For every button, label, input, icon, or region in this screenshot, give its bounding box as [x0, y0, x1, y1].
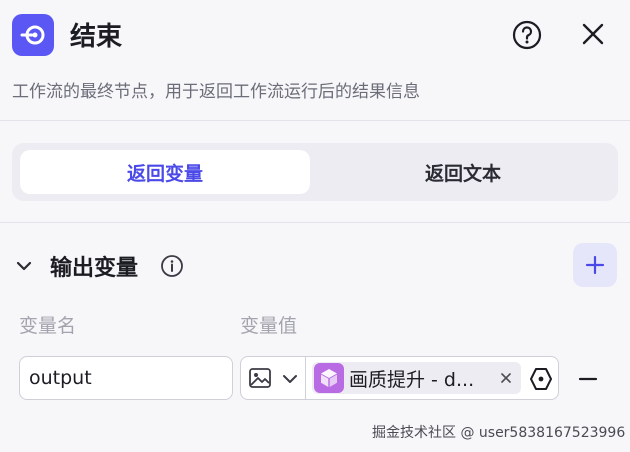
help-circle-icon[interactable] — [511, 19, 543, 51]
variable-name-input[interactable] — [19, 356, 233, 400]
image-icon — [248, 367, 272, 389]
chevron-down-icon — [281, 370, 299, 388]
info-icon[interactable] — [160, 254, 184, 278]
variable-type-select[interactable] — [241, 357, 306, 399]
remove-variable-button[interactable] — [577, 368, 599, 390]
chevron-down-icon[interactable] — [14, 256, 34, 276]
node-description[interactable]: 工作流的最终节点，用于返回工作流运行后的结果信息 — [12, 77, 420, 102]
column-header-value: 变量值 — [240, 315, 298, 337]
node-title[interactable]: 结束 — [70, 16, 122, 53]
minus-icon — [578, 377, 598, 381]
output-variables-title: 输出变量 — [50, 256, 139, 281]
divider — [0, 120, 630, 121]
tab-return-text[interactable]: 返回文本 — [318, 150, 608, 194]
close-icon[interactable] — [578, 19, 608, 49]
add-variable-button[interactable] — [573, 243, 617, 287]
panel-header: 结束 — [0, 0, 630, 72]
variable-reference-tag[interactable]: 画质提升 - d... — [312, 362, 521, 394]
column-header-name: 变量名 — [19, 315, 77, 337]
return-mode-tabs: 返回变量 返回文本 — [12, 143, 618, 201]
end-node-icon — [12, 14, 54, 56]
plugin-cube-icon — [314, 363, 344, 393]
reference-label: 画质提升 - d... — [349, 369, 475, 391]
remove-reference-icon[interactable] — [498, 370, 514, 386]
plus-icon — [585, 255, 605, 275]
variable-picker-icon[interactable] — [528, 366, 554, 392]
divider — [0, 222, 630, 223]
watermark: 掘金技术社区 @ user5838167523996 — [372, 425, 626, 441]
tab-return-variables[interactable]: 返回变量 — [20, 150, 310, 194]
variable-value-field: 画质提升 - d... — [240, 356, 559, 400]
end-node-panel: 结束 工作流的最终节点，用于返回工作流运行后的结果信息 返回变量 返回文本 输出… — [0, 0, 630, 452]
